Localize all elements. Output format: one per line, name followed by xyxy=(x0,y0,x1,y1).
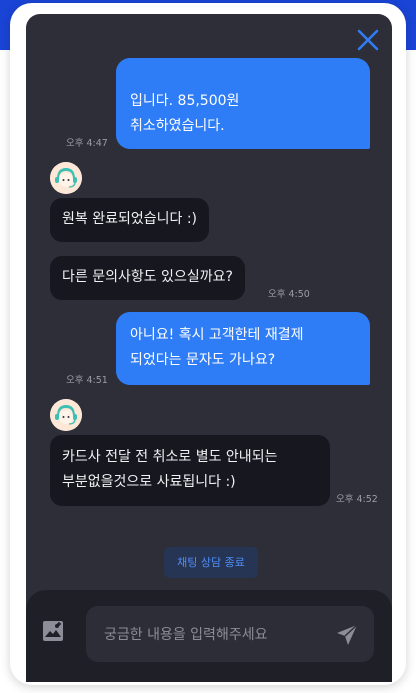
message-time: 오후 4:50 xyxy=(268,289,310,300)
close-icon[interactable] xyxy=(356,28,380,52)
chat-window: 입니다. 85,500원 취소하였습니다. 오후 4:47 원복 완료되었습니다… xyxy=(26,14,392,682)
image-icon[interactable] xyxy=(42,620,64,642)
message-line: 다른 문의사항도 있으실까요? xyxy=(62,269,233,285)
message-line: 카드사 전달 전 취소로 별도 안내되는 xyxy=(62,449,278,465)
message-incoming: 원복 완료되었습니다 :) xyxy=(50,198,209,242)
agent-avatar xyxy=(50,399,82,431)
message-input-wrapper xyxy=(86,606,374,664)
message-line: 취소하였습니다. xyxy=(130,118,225,134)
send-icon[interactable] xyxy=(336,624,358,646)
end-chat-button[interactable]: 채팅 상담 종료 xyxy=(164,547,258,578)
agent-avatar-icon xyxy=(50,162,82,194)
message-incoming: 다른 문의사항도 있으실까요? xyxy=(50,256,245,300)
message-line: 되었다는 문자도 가나요? xyxy=(130,352,276,368)
message-outgoing: 입니다. 85,500원 취소하였습니다. xyxy=(116,58,370,149)
message-line: 아니요! 혹시 고객한테 재결제 xyxy=(130,327,304,343)
message-line: 원복 완료되었습니다 :) xyxy=(62,211,197,227)
message-line: 부분없을것으로 사료됩니다 :) xyxy=(62,474,236,490)
message-time: 오후 4:51 xyxy=(66,375,108,386)
message-outgoing: 아니요! 혹시 고객한테 재결제 되었다는 문자도 가나요? xyxy=(116,312,370,385)
message-time: 오후 4:52 xyxy=(336,494,378,505)
message-incoming: 카드사 전달 전 취소로 별도 안내되는 부분없을것으로 사료됩니다 :) xyxy=(50,435,330,506)
composer xyxy=(26,590,392,682)
message-time: 오후 4:47 xyxy=(66,138,108,149)
message-input[interactable] xyxy=(102,606,326,664)
message-line: 입니다. 85,500원 xyxy=(130,93,240,109)
agent-avatar xyxy=(50,162,82,194)
agent-avatar-icon xyxy=(50,399,82,431)
